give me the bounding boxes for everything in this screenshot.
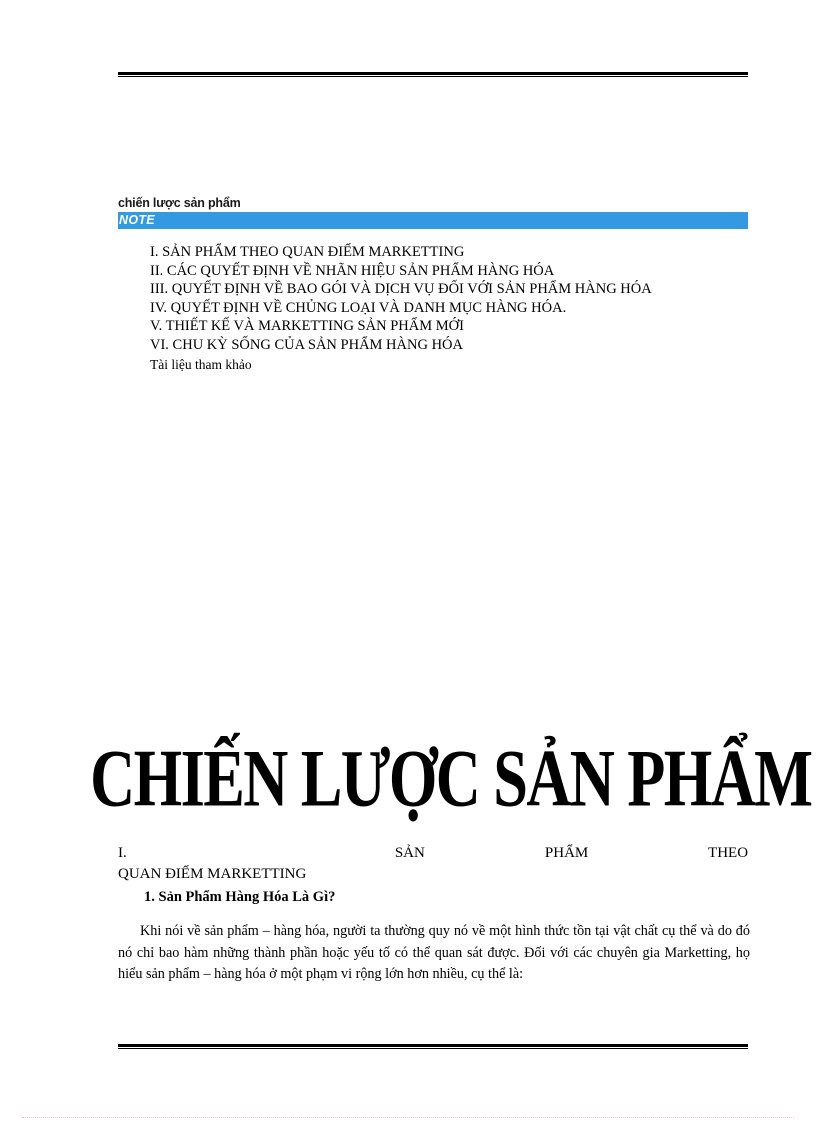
toc-item[interactable]: II. CÁC QUYẾT ĐỊNH VỀ NHÃN HIỆU SẢN PHẨM… <box>150 262 750 281</box>
section-heading: I. SẢN PHẨM THEO QUAN ĐIỂM MARKETTING <box>118 843 748 885</box>
toc-item[interactable]: I. SẢN PHẨM THEO QUAN ĐIỂM MARKETTING <box>150 243 750 262</box>
note-banner-label: NOTE <box>119 213 155 227</box>
document-page: chiến lược sản phẩm NOTE I. SẢN PHẨM THE… <box>0 0 816 1123</box>
section-number: I. <box>118 845 127 861</box>
toc-references-item[interactable]: Tài liệu tham khảo <box>150 355 750 375</box>
table-of-contents: I. SẢN PHẨM THEO QUAN ĐIỂM MARKETTING II… <box>150 243 750 374</box>
page-separator-dotted-line <box>22 1117 794 1119</box>
toc-item[interactable]: III. QUYẾT ĐỊNH VỀ BAO GÓI VÀ DỊCH VỤ ĐỐ… <box>150 280 750 299</box>
top-divider-rule <box>118 72 748 77</box>
bottom-rule-thin-line <box>118 1048 748 1049</box>
bottom-rule-thick-line <box>118 1044 748 1047</box>
section-heading-word-2: PHẨM <box>544 845 589 861</box>
toc-item[interactable]: V. THIẾT KẾ VÀ MARKETTING SẢN PHẨM MỚI <box>150 317 750 336</box>
document-title: chiến lược sản phẩm <box>118 196 241 210</box>
section-heading-word-3: THEO <box>708 845 749 861</box>
bottom-divider-rule <box>118 1044 748 1049</box>
note-banner: NOTE <box>118 212 748 229</box>
section-sub-heading: 1. Sản Phẩm Hàng Hóa Là Gì? <box>144 889 336 905</box>
wordart-title-text: CHIẾN LƯỢC SẢN PHẨM <box>90 731 813 824</box>
section-heading-word-1: SẢN <box>394 845 425 861</box>
toc-item[interactable]: VI. CHU KỲ SỐNG CỦA SẢN PHẨM HÀNG HÓA <box>150 336 750 355</box>
wordart-title-block: CHIẾN LƯỢC SẢN PHẨM <box>0 731 816 835</box>
document-header: chiến lược sản phẩm NOTE <box>118 196 748 229</box>
section-body-paragraph: Khi nói về sản phẩm – hàng hóa, người ta… <box>118 923 750 982</box>
toc-item[interactable]: IV. QUYẾT ĐỊNH VỀ CHỦNG LOẠI VÀ DANH MỤC… <box>150 299 750 318</box>
top-rule-thick-line <box>118 72 748 75</box>
top-rule-thin-line <box>118 76 748 77</box>
section-heading-line-2: QUAN ĐIỂM MARKETTING <box>118 866 307 882</box>
